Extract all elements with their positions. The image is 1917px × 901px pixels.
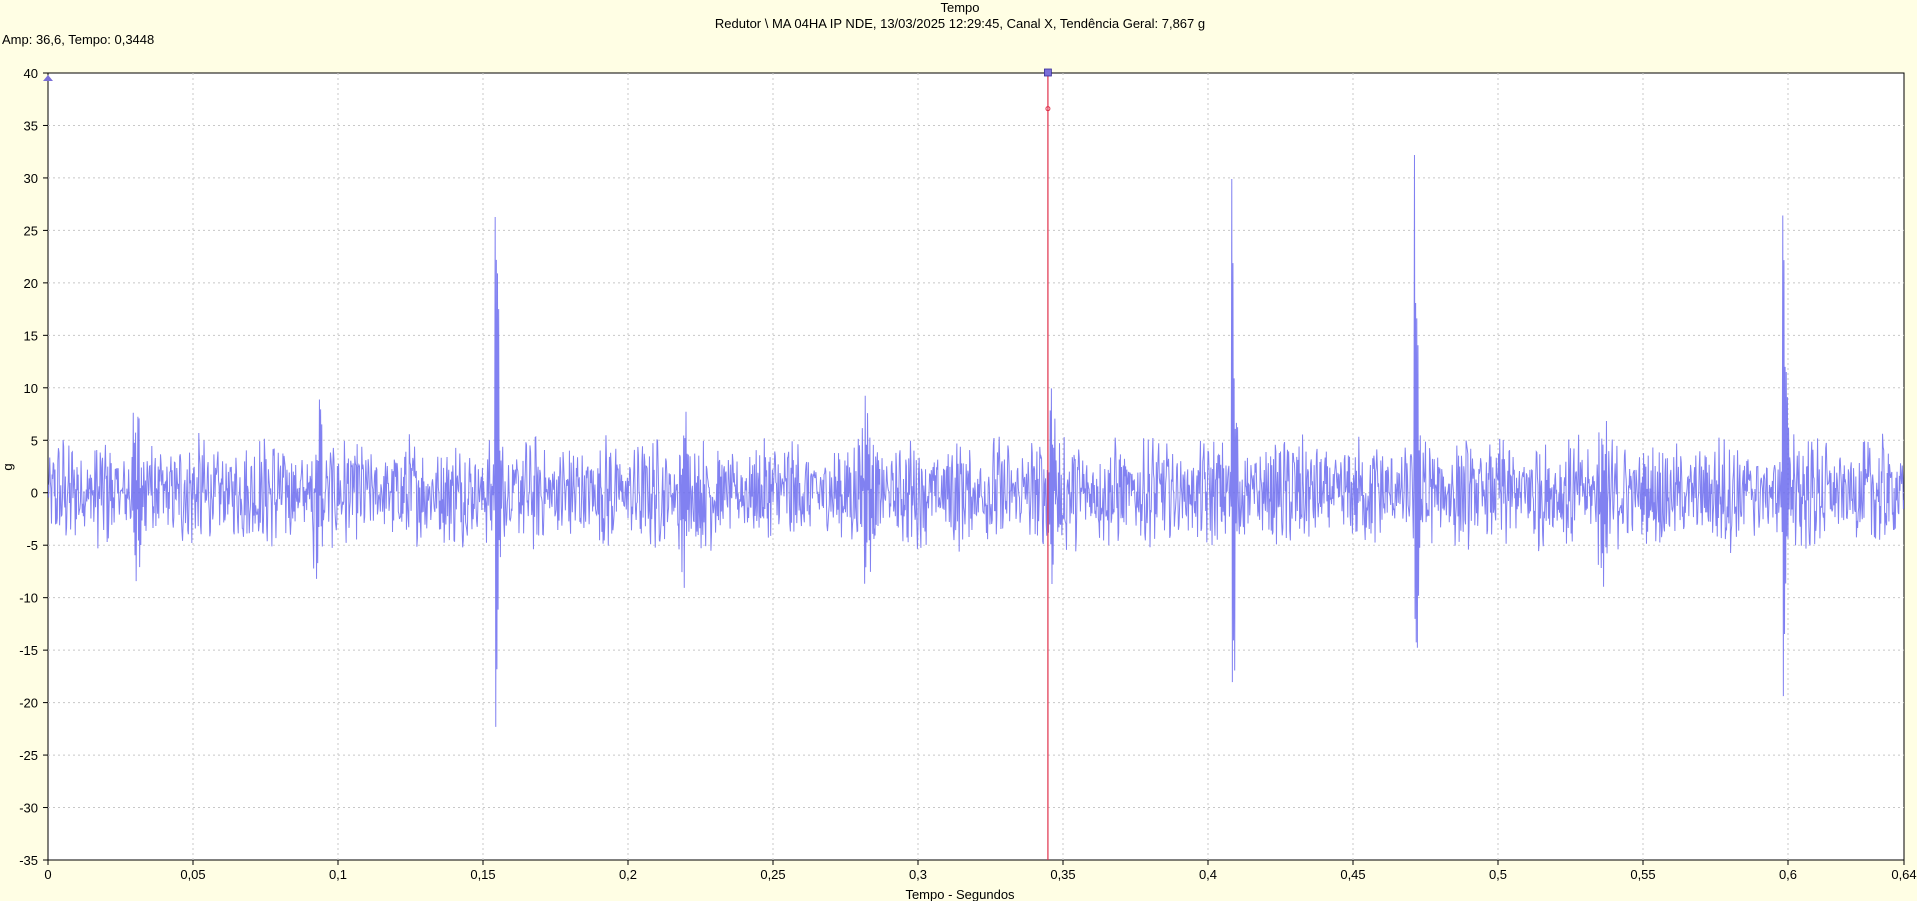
- x-tick-label: 0,1: [329, 867, 347, 882]
- x-tick-label: 0,2: [619, 867, 637, 882]
- x-tick-label: 0,05: [180, 867, 205, 882]
- y-tick-label: 10: [24, 381, 38, 396]
- y-tick-label: 5: [31, 433, 38, 448]
- x-tick-label: 0,45: [1340, 867, 1365, 882]
- y-tick-label: -30: [19, 801, 38, 816]
- cursor-readout: Amp: 36,6, Tempo: 0,3448: [2, 32, 154, 47]
- vibration-time-chart: Tempo Redutor \ MA 04HA IP NDE, 13/03/20…: [0, 0, 1917, 901]
- y-tick-label: 0: [31, 486, 38, 501]
- y-tick-label: 25: [24, 223, 38, 238]
- x-tick-label: 0,6: [1779, 867, 1797, 882]
- y-tick-label: 30: [24, 171, 38, 186]
- chart-subtitle: Redutor \ MA 04HA IP NDE, 13/03/2025 12:…: [715, 16, 1205, 31]
- y-tick-label: -10: [19, 591, 38, 606]
- x-tick-label: 0,64: [1891, 867, 1916, 882]
- y-axis-label: g: [0, 463, 15, 470]
- x-tick-label: 0,5: [1489, 867, 1507, 882]
- x-tick-label: 0,4: [1199, 867, 1217, 882]
- chart-title: Tempo: [940, 0, 979, 15]
- x-tick-label: 0,15: [470, 867, 495, 882]
- x-tick-label: 0,25: [760, 867, 785, 882]
- y-tick-label: -5: [26, 538, 38, 553]
- y-tick-label: 35: [24, 118, 38, 133]
- x-tick-label: 0,3: [909, 867, 927, 882]
- y-tick-label: -35: [19, 853, 38, 868]
- cursor-handle[interactable]: [1044, 68, 1052, 77]
- y-tick-label: 15: [24, 328, 38, 343]
- x-axis-label: Tempo - Segundos: [905, 887, 1015, 901]
- x-tick-label: 0,35: [1050, 867, 1075, 882]
- x-tick-label: 0,55: [1630, 867, 1655, 882]
- x-tick-label: 0: [44, 867, 51, 882]
- y-tick-label: -25: [19, 748, 38, 763]
- y-tick-label: -15: [19, 643, 38, 658]
- y-tick-label: 20: [24, 276, 38, 291]
- y-tick-label: 40: [24, 66, 38, 81]
- y-tick-label: -20: [19, 696, 38, 711]
